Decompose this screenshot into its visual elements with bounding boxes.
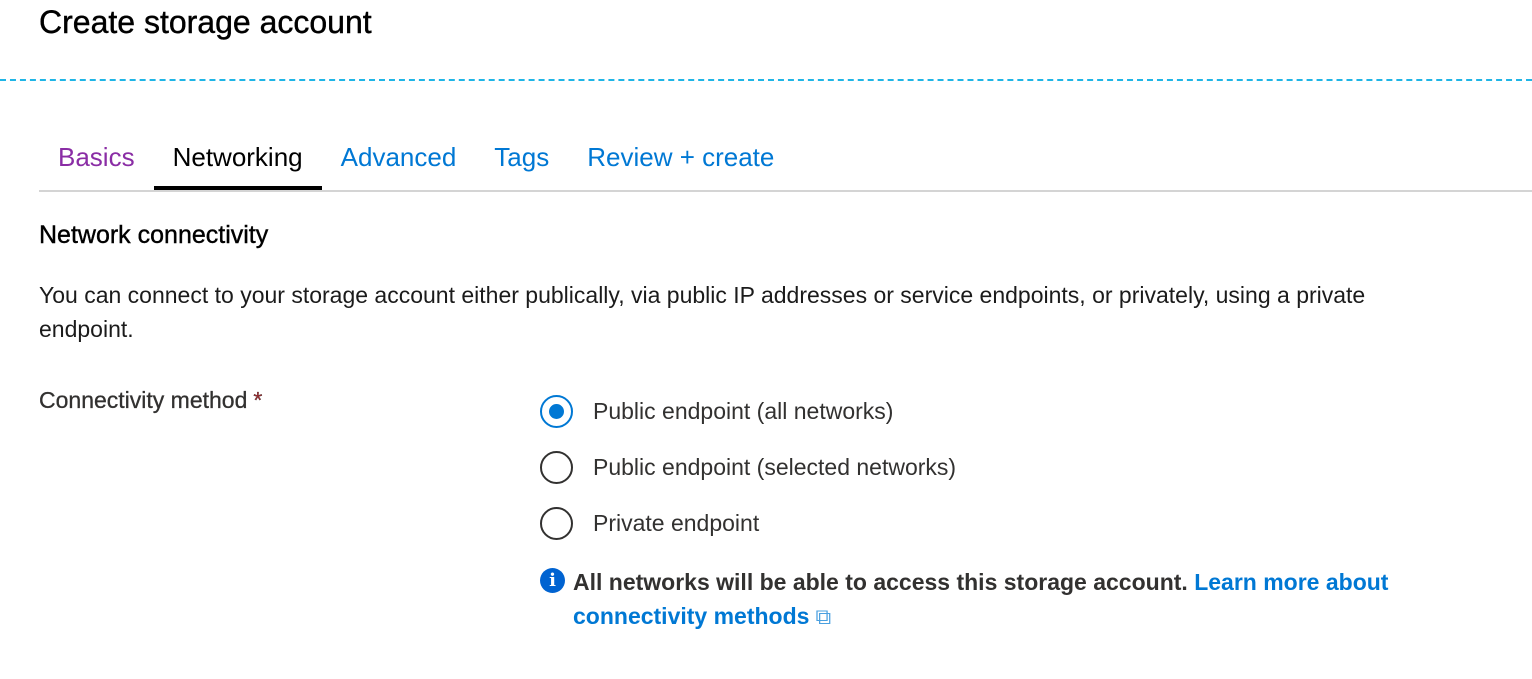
tab-bar: Basics Networking Advanced Tags Review +…	[39, 136, 1532, 192]
info-icon: i	[540, 568, 565, 593]
radio-public-all-networks[interactable]: Public endpoint (all networks)	[540, 392, 956, 430]
radio-dot	[549, 403, 564, 419]
connectivity-method-label: Connectivity method *	[39, 387, 263, 414]
info-message: i All networks will be able to access th…	[540, 565, 1500, 634]
header-divider	[0, 79, 1532, 81]
tab-basics[interactable]: Basics	[39, 136, 154, 188]
radio-label: Public endpoint (selected networks)	[593, 453, 957, 480]
radio-button[interactable]	[540, 506, 573, 540]
info-text-block: All networks will be able to access this…	[573, 565, 1500, 634]
required-marker: *	[253, 387, 263, 413]
section-heading: Network connectivity	[39, 221, 269, 249]
info-text: All networks will be able to access this…	[573, 569, 1188, 595]
radio-public-selected-networks[interactable]: Public endpoint (selected networks)	[540, 448, 956, 486]
connectivity-method-label-text: Connectivity method	[39, 387, 248, 413]
tab-review-create[interactable]: Review + create	[568, 136, 793, 188]
radio-label: Public endpoint (all networks)	[593, 397, 894, 424]
page-title: Create storage account	[39, 4, 372, 40]
radio-private-endpoint[interactable]: Private endpoint	[540, 504, 956, 542]
section-description: You can connect to your storage account …	[39, 282, 1366, 342]
tab-tags[interactable]: Tags	[475, 136, 568, 188]
external-link-icon: ⧉	[815, 604, 832, 629]
tab-advanced[interactable]: Advanced	[322, 136, 476, 188]
radio-label: Private endpoint	[593, 509, 760, 536]
radio-button[interactable]	[540, 450, 573, 484]
tab-networking[interactable]: Networking	[153, 136, 322, 190]
connectivity-method-radio-group: Public endpoint (all networks) Public en…	[540, 392, 956, 560]
radio-button-checked[interactable]	[540, 394, 573, 428]
